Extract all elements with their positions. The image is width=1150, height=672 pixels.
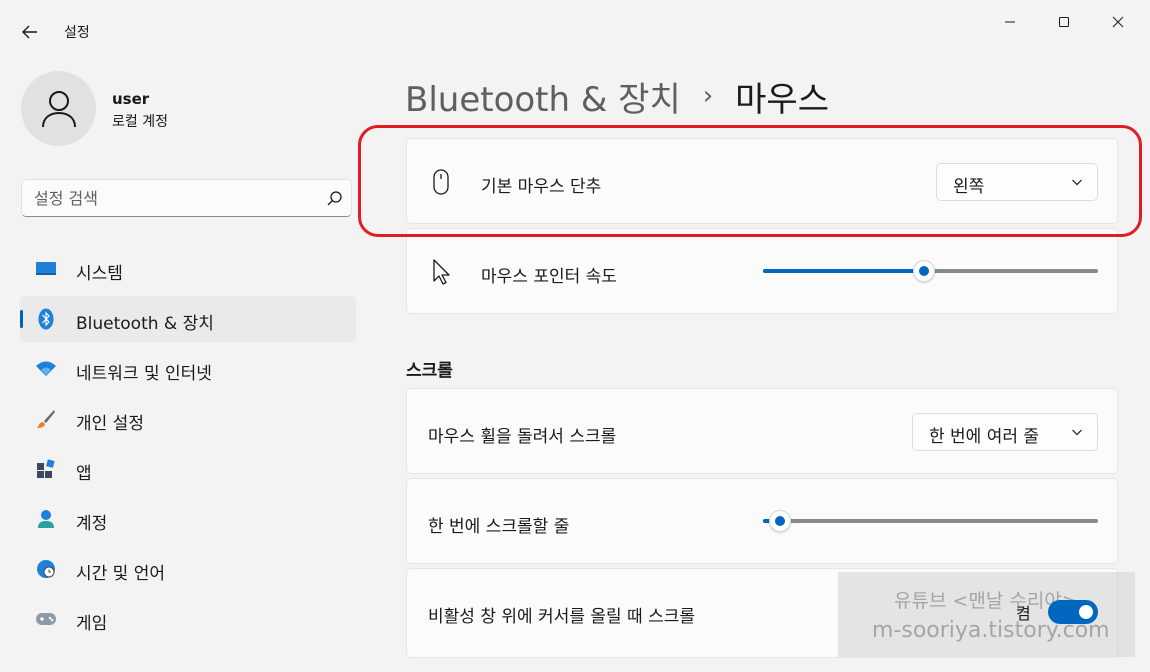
system-icon (35, 258, 57, 280)
sidebar-nav: 시스템 Bluetooth & 장치 네트워크 및 인터넷 개인 설정 앱 계정 (20, 246, 356, 646)
toggle-knob (1079, 605, 1093, 619)
minimize-button[interactable] (990, 8, 1030, 36)
slider-thumb[interactable] (913, 260, 935, 282)
sidebar-item-accounts[interactable]: 계정 (20, 496, 356, 542)
gaming-controller-icon (35, 608, 57, 630)
user-account-type: 로컬 계정 (112, 114, 168, 130)
sidebar-item-network[interactable]: 네트워크 및 인터넷 (20, 346, 356, 392)
avatar[interactable] (21, 71, 96, 146)
slider-thumb[interactable] (769, 510, 791, 532)
maximize-button[interactable] (1044, 8, 1084, 36)
bluetooth-icon (35, 308, 57, 330)
search-icon[interactable] (324, 189, 344, 209)
scroll-section-title: 스크롤 (406, 361, 453, 381)
active-indicator (20, 310, 23, 328)
sidebar-item-label: 네트워크 및 인터넷 (76, 364, 212, 384)
breadcrumb: Bluetooth & 장치 › 마우스 (405, 72, 829, 120)
lines-to-scroll-label: 한 번에 스크롤할 줄 (428, 517, 570, 537)
account-icon (35, 508, 57, 530)
page-title: 마우스 (735, 79, 829, 120)
pointer-cursor-icon (429, 258, 453, 286)
inactive-scroll-label: 비활성 창 위에 커서를 올릴 때 스크롤 (428, 607, 696, 627)
personalization-brush-icon (35, 408, 57, 430)
sidebar-item-personalization[interactable]: 개인 설정 (20, 396, 356, 442)
pointer-speed-slider[interactable] (763, 260, 1098, 282)
app-title: 설정 (64, 25, 90, 41)
title-bar: 설정 (0, 0, 1150, 56)
back-button[interactable] (14, 18, 46, 46)
user-icon (41, 90, 76, 127)
search-box[interactable] (21, 179, 352, 217)
user-name: user (112, 90, 150, 108)
slider-fill (763, 269, 924, 273)
sidebar-item-label: 시간 및 언어 (76, 564, 166, 584)
sidebar-item-label: 앱 (76, 464, 92, 484)
lines-to-scroll-card: 한 번에 스크롤할 줄 (406, 478, 1118, 564)
lines-to-scroll-slider[interactable] (763, 510, 1098, 532)
breadcrumb-separator: › (702, 81, 714, 111)
close-button[interactable] (1098, 8, 1138, 36)
maximize-icon (1059, 17, 1069, 27)
sidebar-item-label: 게임 (76, 614, 108, 634)
close-icon (1112, 16, 1124, 28)
sidebar-item-system[interactable]: 시스템 (20, 246, 356, 292)
search-input[interactable] (34, 187, 314, 209)
wheel-scroll-label: 마우스 휠을 돌려서 스크롤 (428, 427, 617, 447)
time-language-icon (35, 558, 57, 580)
apps-icon (35, 458, 57, 480)
highlight-annotation (358, 125, 1142, 237)
back-arrow-icon (22, 25, 37, 39)
dropdown-value: 한 번에 여러 줄 (929, 427, 1040, 447)
sidebar-item-label: 개인 설정 (76, 414, 144, 434)
sidebar-item-label: Bluetooth & 장치 (76, 314, 214, 334)
slider-track (763, 519, 1098, 523)
chevron-down-icon (1072, 429, 1082, 436)
wheel-scroll-dropdown[interactable]: 한 번에 여러 줄 (912, 413, 1098, 451)
sidebar-item-gaming[interactable]: 게임 (20, 596, 356, 642)
sidebar-item-label: 계정 (76, 514, 108, 534)
network-icon (35, 358, 57, 380)
sidebar-item-time-language[interactable]: 시간 및 언어 (20, 546, 356, 592)
minimize-icon (1005, 21, 1015, 23)
inactive-scroll-toggle[interactable] (1048, 600, 1098, 624)
sidebar-item-label: 시스템 (76, 264, 123, 284)
wheel-scroll-card: 마우스 휠을 돌려서 스크롤 한 번에 여러 줄 (406, 388, 1118, 474)
sidebar-item-bluetooth[interactable]: Bluetooth & 장치 (20, 296, 356, 342)
pointer-speed-card: 마우스 포인터 속도 (406, 228, 1118, 314)
sidebar-item-apps[interactable]: 앱 (20, 446, 356, 492)
breadcrumb-parent-link[interactable]: Bluetooth & 장치 (405, 72, 681, 121)
toggle-state-label: 켬 (1016, 604, 1031, 623)
pointer-speed-label: 마우스 포인터 속도 (481, 267, 617, 287)
